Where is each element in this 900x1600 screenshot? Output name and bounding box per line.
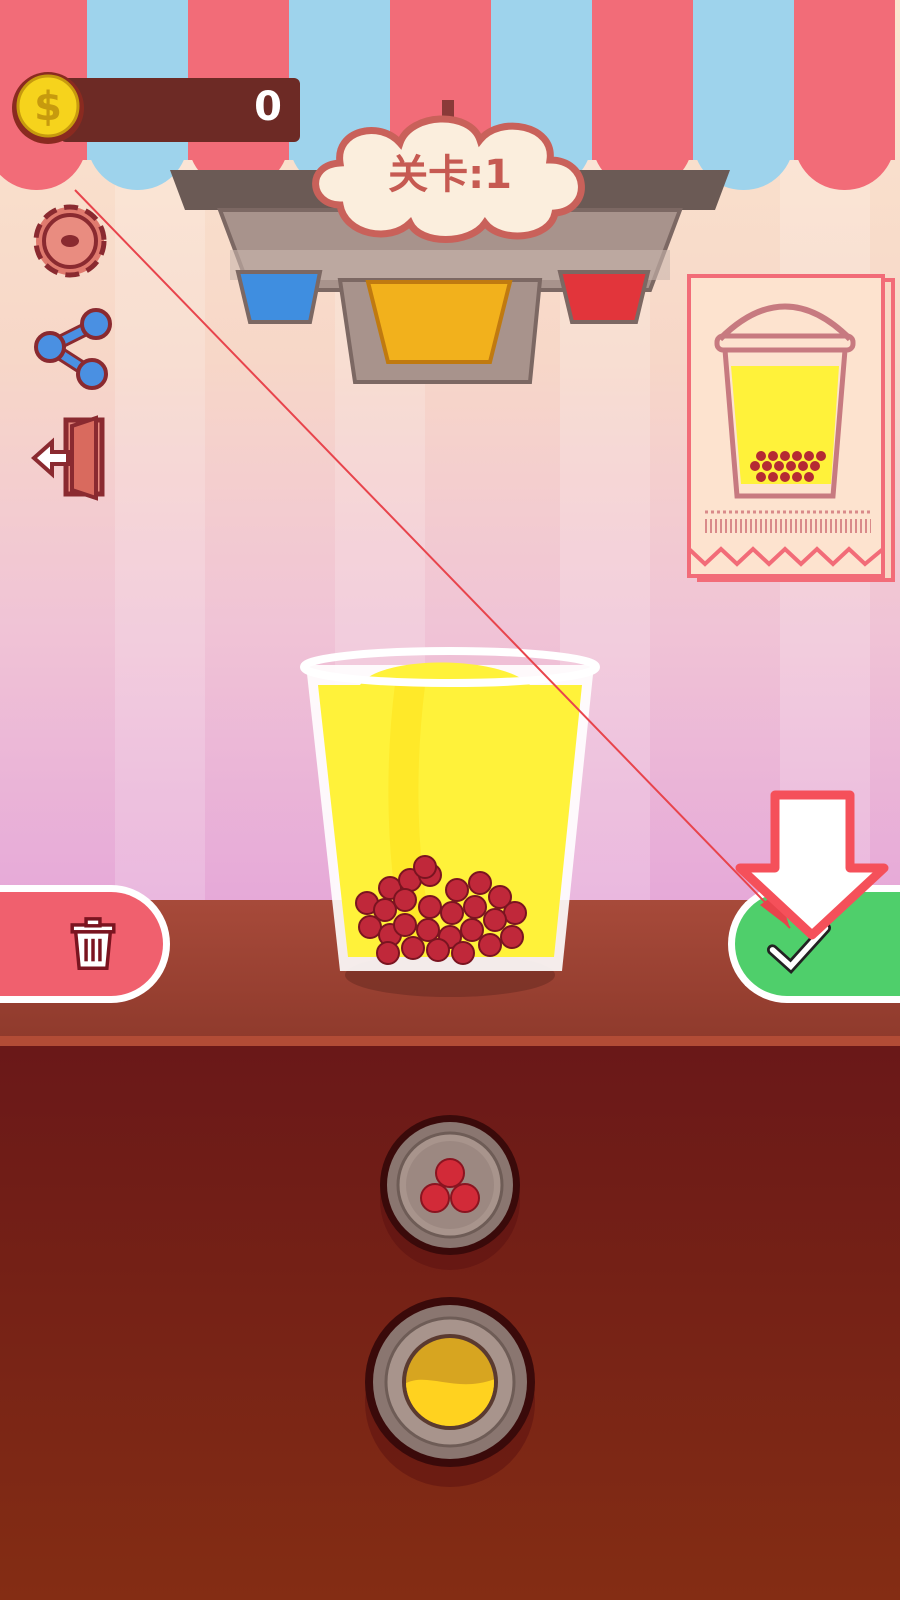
down-arrow-hint-icon	[735, 790, 889, 940]
game-stage: 关卡:1 0 $	[0, 0, 900, 1600]
pearls-button[interactable]	[375, 1110, 525, 1270]
mango-juice-button[interactable]	[360, 1292, 540, 1492]
